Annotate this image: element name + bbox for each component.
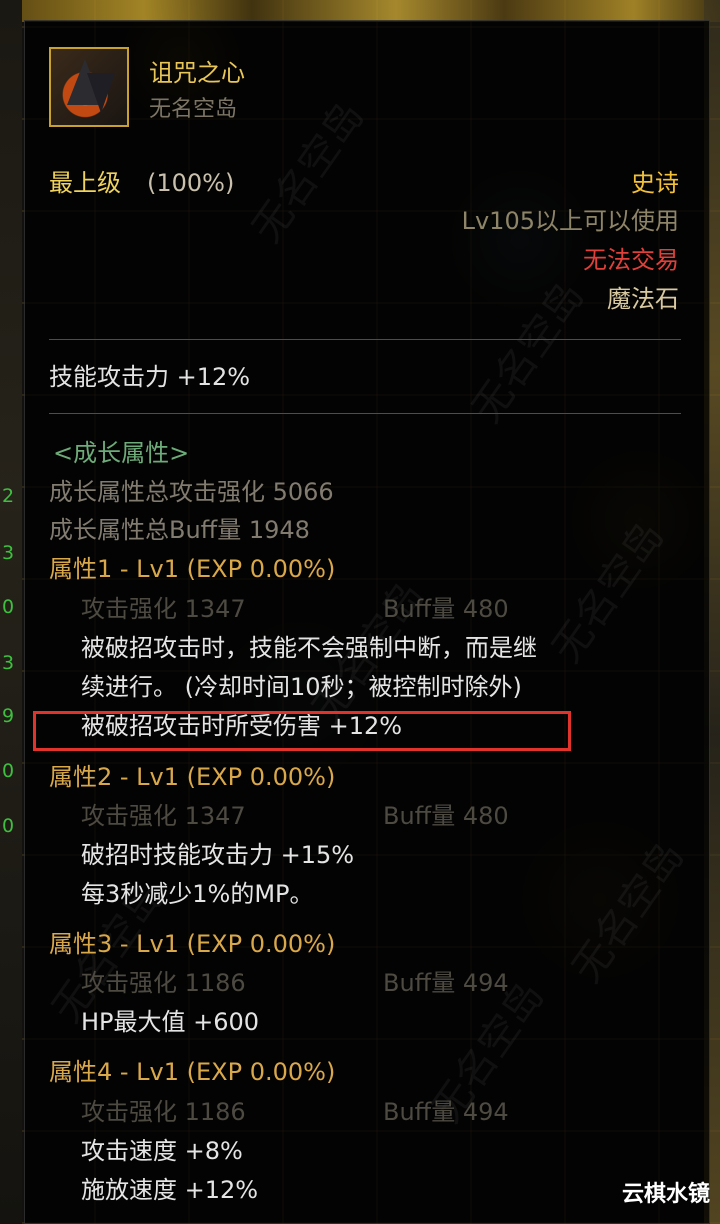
property-4-effect: 施放速度 +12% bbox=[81, 1176, 259, 1204]
side-number: 2 bbox=[2, 485, 15, 507]
property-1-effect: 被破招攻击时，技能不会强制中断，而是继 bbox=[81, 634, 537, 662]
level-requirement: Lv105以上可以使用 bbox=[461, 207, 679, 235]
property-1-attack: 攻击强化 1347 bbox=[81, 595, 246, 623]
side-number: 0 bbox=[2, 760, 15, 782]
stone-shard-icon bbox=[87, 73, 115, 113]
property-4-effect: 攻击速度 +8% bbox=[81, 1137, 243, 1165]
property-2-attack: 攻击强化 1347 bbox=[81, 802, 246, 830]
property-1-effect: 续进行。 (冷却时间10秒；被控制时除外) bbox=[81, 673, 522, 701]
divider bbox=[49, 413, 681, 414]
inventory-top-row bbox=[0, 0, 720, 22]
watermark: 无名空岛 bbox=[563, 833, 694, 992]
trade-status: 无法交易 bbox=[583, 246, 679, 274]
property-2-header: 属性2 - Lv1 (EXP 0.00%) bbox=[49, 763, 336, 791]
rarity-label: 史诗 bbox=[631, 169, 679, 197]
property-4-header: 属性4 - Lv1 (EXP 0.00%) bbox=[49, 1058, 336, 1086]
item-type: 魔法石 bbox=[607, 285, 679, 313]
property-2-effect: 破招时技能攻击力 +15% bbox=[81, 841, 355, 869]
side-number: 0 bbox=[2, 815, 15, 837]
side-number: 9 bbox=[2, 705, 15, 727]
property-3-attack: 攻击强化 1186 bbox=[81, 969, 246, 997]
divider bbox=[49, 339, 681, 340]
side-number: 0 bbox=[2, 596, 15, 618]
watermark: 无名空岛 bbox=[463, 273, 594, 432]
property-4-attack: 攻击强化 1186 bbox=[81, 1098, 246, 1126]
item-source: 无名空岛 bbox=[149, 97, 238, 122]
skill-attack-stat: 技能攻击力 +12% bbox=[49, 363, 251, 391]
item-icon bbox=[49, 47, 129, 127]
item-name: 诅咒之心 bbox=[149, 59, 245, 87]
highlight-box bbox=[33, 711, 571, 751]
property-3-effect: HP最大值 +600 bbox=[81, 1008, 260, 1036]
grade-percent: (100%) bbox=[147, 169, 235, 197]
item-tooltip: 无名空岛 无名空岛 无名空岛 无名空岛 无名空岛 无名空岛 无名空岛 诅咒之心 … bbox=[24, 20, 710, 1224]
growth-header: <成长属性> bbox=[53, 439, 190, 467]
growth-total-buff: 成长属性总Buff量 1948 bbox=[49, 516, 310, 544]
property-2-effect: 每3秒减少1%的MP。 bbox=[81, 880, 314, 908]
property-3-buff: Buff量 494 bbox=[383, 969, 509, 997]
property-1-buff: Buff量 480 bbox=[383, 595, 509, 623]
left-stat-column: 2 3 0 3 9 0 0 bbox=[0, 0, 22, 1224]
watermark: 无名空岛 bbox=[243, 93, 374, 252]
growth-total-attack: 成长属性总攻击强化 5066 bbox=[49, 478, 334, 506]
property-1-header: 属性1 - Lv1 (EXP 0.00%) bbox=[49, 555, 336, 583]
property-3-header: 属性3 - Lv1 (EXP 0.00%) bbox=[49, 930, 336, 958]
property-2-buff: Buff量 480 bbox=[383, 802, 509, 830]
side-number: 3 bbox=[2, 652, 15, 674]
property-4-buff: Buff量 494 bbox=[383, 1098, 509, 1126]
grade-label: 最上级 bbox=[49, 169, 121, 197]
side-number: 3 bbox=[2, 542, 15, 564]
watermark: 无名空岛 bbox=[543, 513, 674, 672]
site-watermark-tag: 云棋水镜 bbox=[621, 1182, 710, 1207]
